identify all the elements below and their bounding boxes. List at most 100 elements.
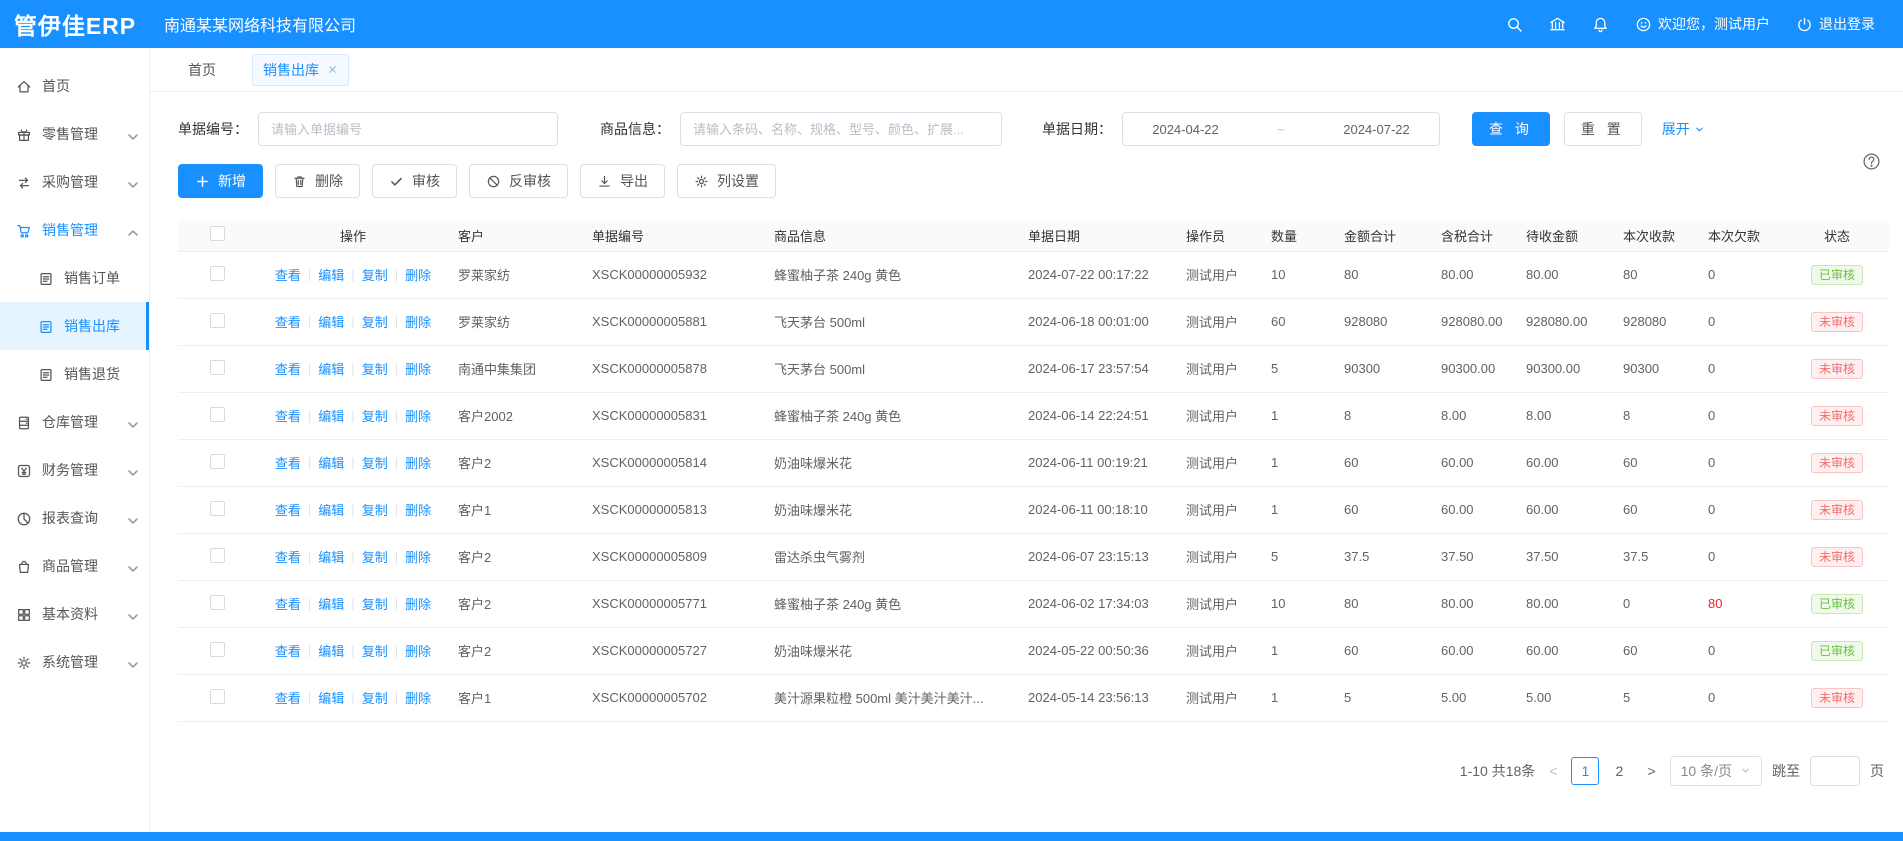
search-button[interactable]: 查 询: [1472, 112, 1550, 146]
row-action-delete[interactable]: 删除: [405, 547, 431, 566]
row-action-copy[interactable]: 复制: [362, 688, 388, 707]
row-action-copy[interactable]: 复制: [362, 312, 388, 331]
sidebar-item-sales-order[interactable]: 销售订单: [0, 254, 149, 302]
row-checkbox[interactable]: [210, 266, 225, 281]
delete-button[interactable]: 删除: [275, 164, 360, 198]
row-action-copy[interactable]: 复制: [362, 406, 388, 425]
row-checkbox[interactable]: [210, 360, 225, 375]
product-cell: 蜂蜜柚子茶 240g 黄色: [766, 251, 1020, 298]
row-action-view[interactable]: 查看: [275, 406, 301, 425]
row-action-delete[interactable]: 删除: [405, 594, 431, 613]
row-action-view[interactable]: 查看: [275, 500, 301, 519]
table-row: 查看|编辑|复制|删除罗莱家纺XSCK00000005932蜂蜜柚子茶 240g…: [178, 251, 1889, 298]
welcome-user[interactable]: 欢迎您，测试用户: [1635, 14, 1770, 34]
row-action-view[interactable]: 查看: [275, 641, 301, 660]
search-icon[interactable]: [1506, 16, 1523, 33]
row-action-delete[interactable]: 删除: [405, 688, 431, 707]
sidebar-item-purchase[interactable]: 采购管理: [0, 158, 149, 206]
row-action-delete[interactable]: 删除: [405, 312, 431, 331]
page-number-1[interactable]: 1: [1571, 757, 1599, 785]
sidebar-item-basic[interactable]: 基本资料: [0, 590, 149, 638]
amount-cell: 60: [1336, 439, 1433, 486]
operator-cell: 测试用户: [1178, 439, 1263, 486]
bell-icon[interactable]: [1592, 16, 1609, 33]
row-action-edit[interactable]: 编辑: [318, 594, 344, 613]
row-action-edit[interactable]: 编辑: [318, 547, 344, 566]
row-action-edit[interactable]: 编辑: [318, 500, 344, 519]
row-action-copy[interactable]: 复制: [362, 359, 388, 378]
sidebar-item-sales[interactable]: 销售管理: [0, 206, 149, 254]
tab-sales-outbound[interactable]: 销售出库: [252, 54, 349, 86]
row-action-view[interactable]: 查看: [275, 688, 301, 707]
row-action-delete[interactable]: 删除: [405, 453, 431, 472]
company-name: 南通某某网络科技有限公司: [164, 12, 356, 36]
row-checkbox[interactable]: [210, 595, 225, 610]
sidebar-item-warehouse[interactable]: 仓库管理: [0, 398, 149, 446]
row-action-copy[interactable]: 复制: [362, 594, 388, 613]
row-action-copy[interactable]: 复制: [362, 265, 388, 284]
row-action-edit[interactable]: 编辑: [318, 453, 344, 472]
bank-icon[interactable]: [1549, 16, 1566, 33]
row-action-view[interactable]: 查看: [275, 547, 301, 566]
sidebar-item-sales-outbound[interactable]: 销售出库: [0, 302, 149, 350]
row-action-view[interactable]: 查看: [275, 359, 301, 378]
button-label: 导出: [620, 171, 648, 191]
row-checkbox[interactable]: [210, 501, 225, 516]
row-action-delete[interactable]: 删除: [405, 641, 431, 660]
unaudit-button[interactable]: 反审核: [469, 164, 568, 198]
sidebar-item-home[interactable]: 首页: [0, 62, 149, 110]
add-button[interactable]: 新增: [178, 164, 263, 198]
date-start[interactable]: 2024-04-22: [1152, 122, 1219, 137]
row-action-view[interactable]: 查看: [275, 453, 301, 472]
row-action-edit[interactable]: 编辑: [318, 265, 344, 284]
row-action-copy[interactable]: 复制: [362, 547, 388, 566]
row-action-copy[interactable]: 复制: [362, 641, 388, 660]
audit-button[interactable]: 审核: [372, 164, 457, 198]
tab-home[interactable]: 首页: [178, 55, 226, 85]
row-action-copy[interactable]: 复制: [362, 500, 388, 519]
row-action-copy[interactable]: 复制: [362, 453, 388, 472]
prev-page-button[interactable]: <: [1545, 763, 1561, 779]
row-checkbox[interactable]: [210, 313, 225, 328]
close-icon[interactable]: [327, 64, 338, 75]
logout-button[interactable]: 退出登录: [1796, 14, 1875, 34]
row-action-delete[interactable]: 删除: [405, 406, 431, 425]
row-action-view[interactable]: 查看: [275, 594, 301, 613]
sidebar-item-goods[interactable]: 商品管理: [0, 542, 149, 590]
row-action-delete[interactable]: 删除: [405, 359, 431, 378]
next-page-button[interactable]: >: [1643, 763, 1659, 779]
row-action-view[interactable]: 查看: [275, 265, 301, 284]
row-checkbox[interactable]: [210, 407, 225, 422]
row-checkbox[interactable]: [210, 548, 225, 563]
row-action-edit[interactable]: 编辑: [318, 688, 344, 707]
jump-page-input[interactable]: [1810, 756, 1860, 786]
page-number-2[interactable]: 2: [1605, 757, 1633, 785]
row-action-edit[interactable]: 编辑: [318, 312, 344, 331]
bill-no-input[interactable]: [258, 112, 558, 146]
date-range-picker[interactable]: 2024-04-22 ~ 2024-07-22: [1122, 112, 1440, 146]
export-button[interactable]: 导出: [580, 164, 665, 198]
row-action-delete[interactable]: 删除: [405, 265, 431, 284]
bill-no-cell: XSCK00000005809: [584, 533, 766, 580]
row-action-edit[interactable]: 编辑: [318, 359, 344, 378]
select-all-checkbox[interactable]: [210, 226, 225, 241]
row-action-delete[interactable]: 删除: [405, 500, 431, 519]
column-settings-button[interactable]: 列设置: [677, 164, 776, 198]
help-icon[interactable]: [1862, 152, 1881, 171]
date-end[interactable]: 2024-07-22: [1343, 122, 1410, 137]
sidebar-item-report[interactable]: 报表查询: [0, 494, 149, 542]
sidebar-item-system[interactable]: 系统管理: [0, 638, 149, 686]
product-info-input[interactable]: [680, 112, 1002, 146]
sidebar-item-finance[interactable]: 财务管理: [0, 446, 149, 494]
row-checkbox[interactable]: [210, 642, 225, 657]
sidebar-item-retail[interactable]: 零售管理: [0, 110, 149, 158]
row-checkbox[interactable]: [210, 454, 225, 469]
row-action-edit[interactable]: 编辑: [318, 406, 344, 425]
page-size-select[interactable]: 10 条/页: [1670, 756, 1762, 786]
sidebar-item-sales-return[interactable]: 销售退货: [0, 350, 149, 398]
row-checkbox[interactable]: [210, 689, 225, 704]
row-action-view[interactable]: 查看: [275, 312, 301, 331]
reset-button[interactable]: 重 置: [1564, 112, 1642, 146]
row-action-edit[interactable]: 编辑: [318, 641, 344, 660]
expand-link[interactable]: 展开: [1662, 119, 1705, 139]
